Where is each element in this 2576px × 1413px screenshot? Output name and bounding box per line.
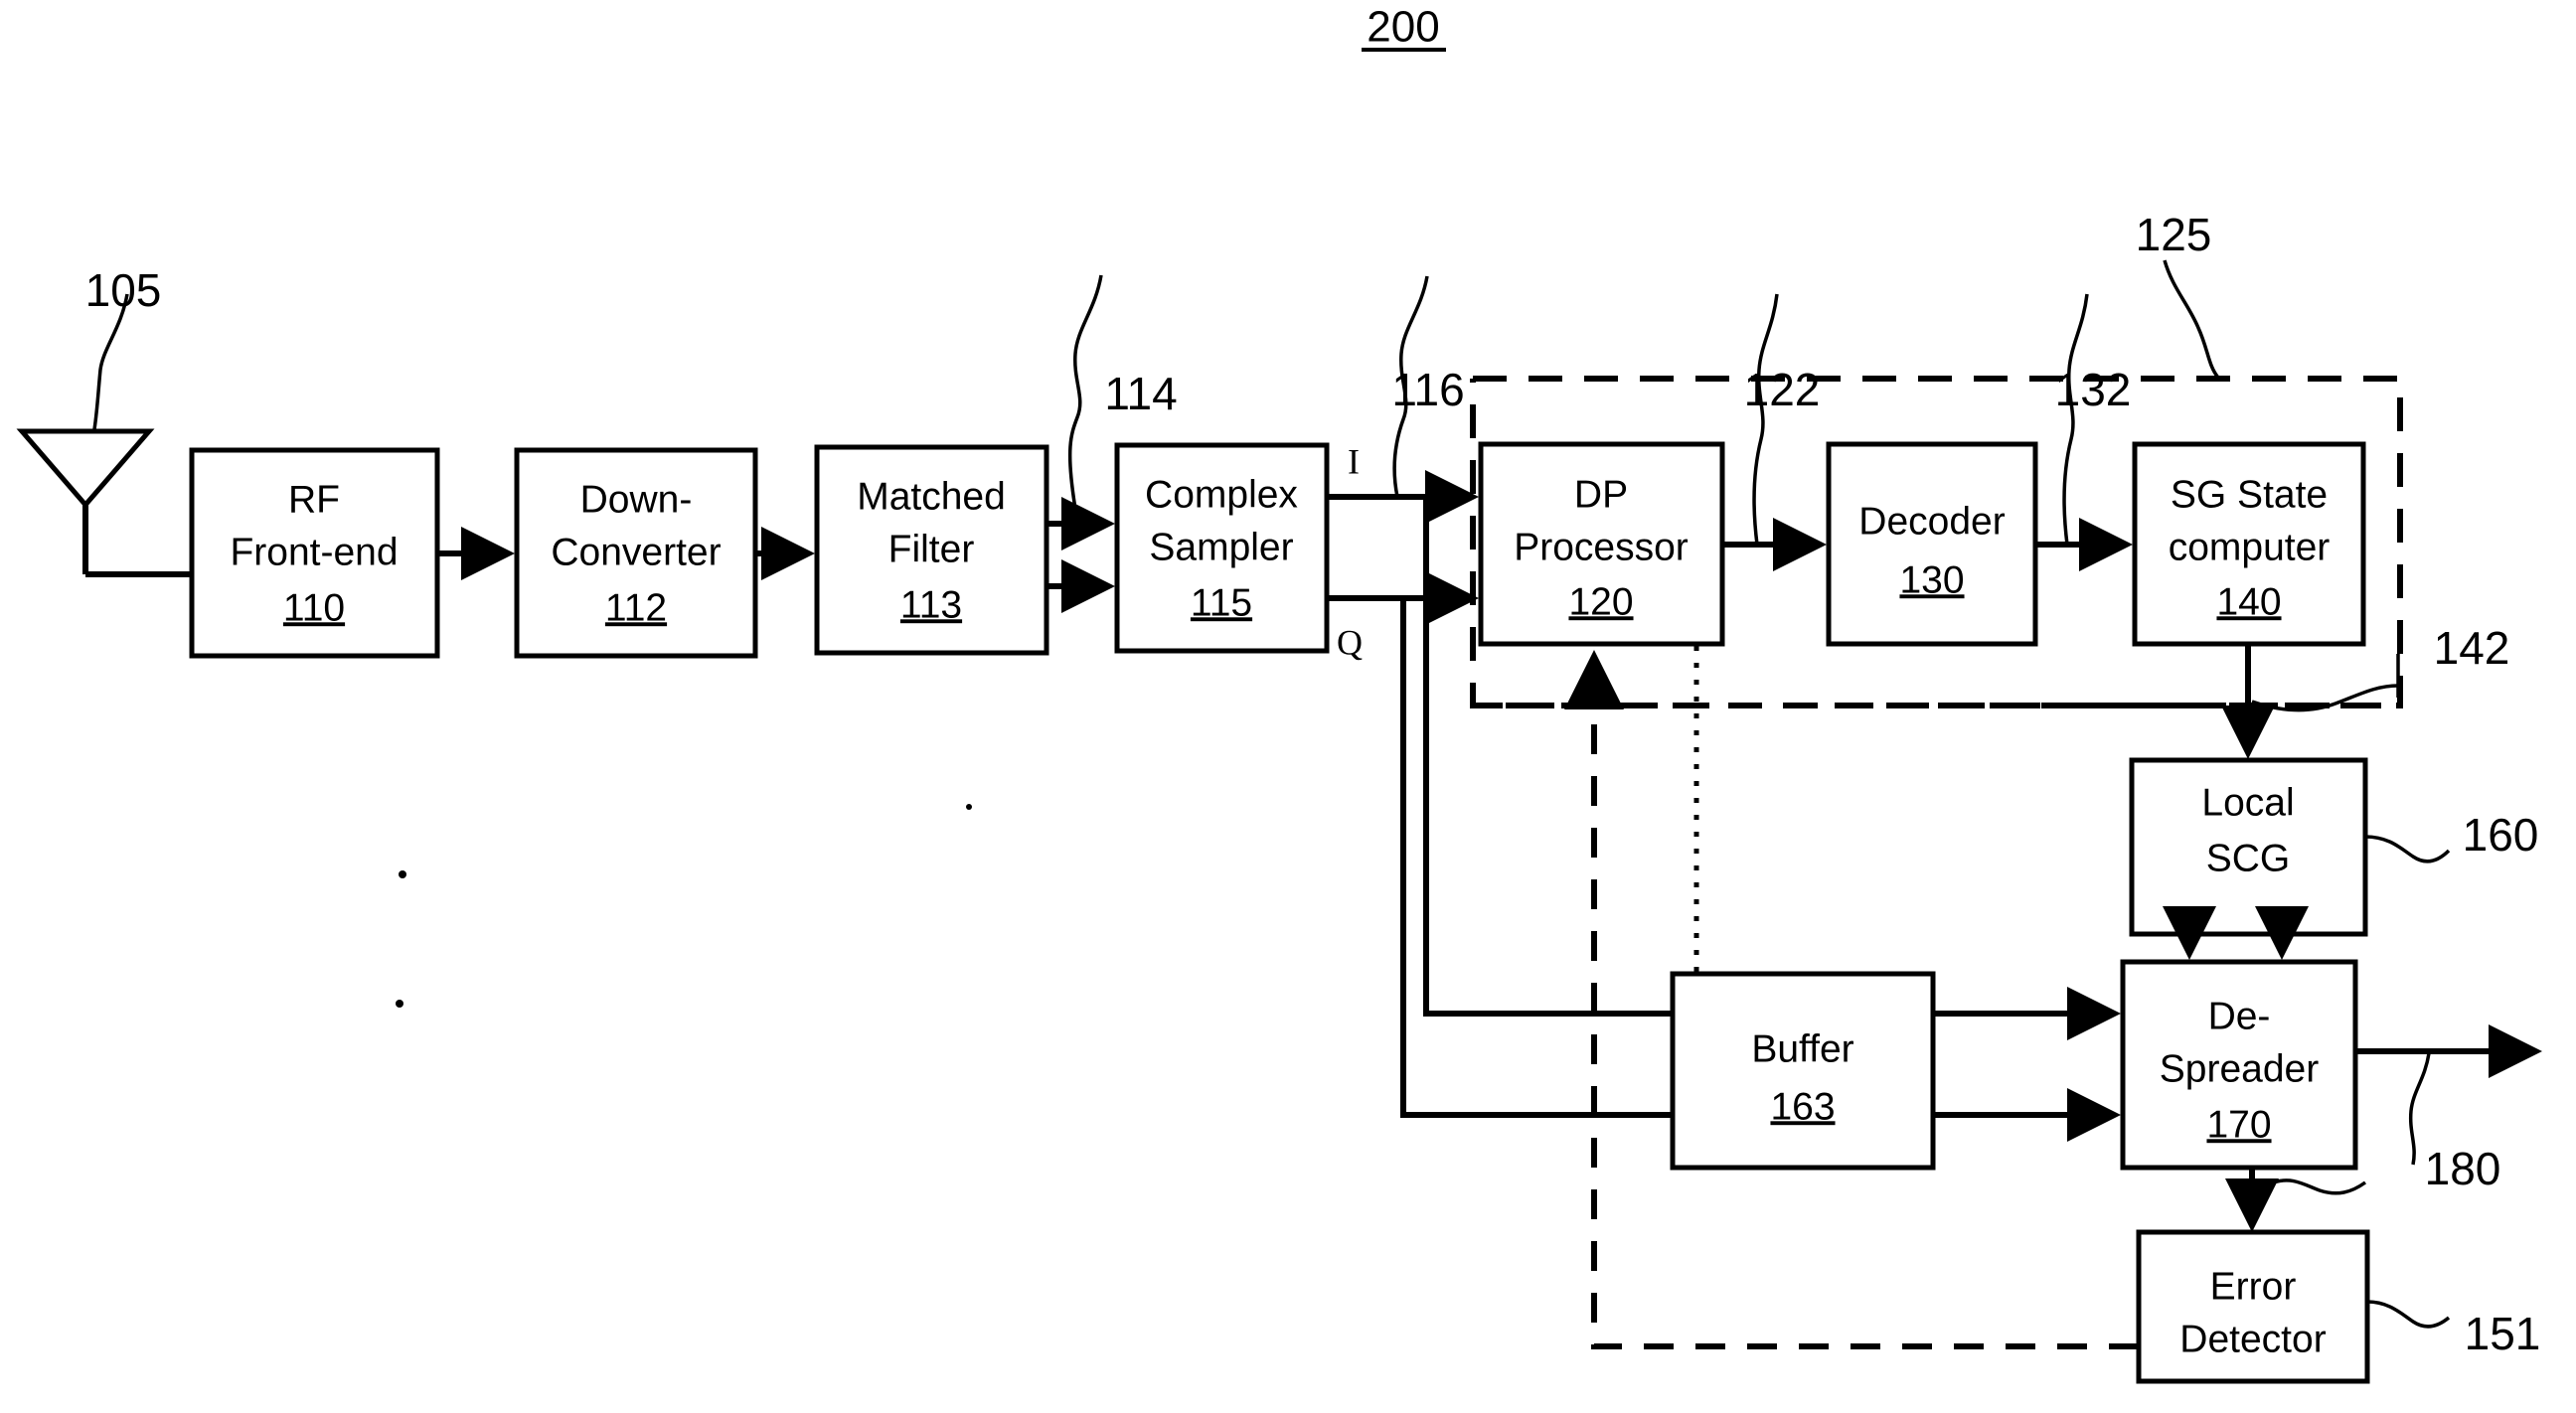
block-label-buffer: Buffer <box>1751 1027 1853 1070</box>
scan-speckle <box>399 870 406 878</box>
block-label-error-detector-line2: Detector <box>2179 1318 2326 1360</box>
block-ref-down-converter: 112 <box>605 586 667 629</box>
figure-title: 200 <box>1367 3 1439 52</box>
callout-151-top-leader <box>2273 1178 2367 1195</box>
block-ref-de-spreader: 170 <box>2206 1103 2271 1146</box>
block-label-rf-front-end-line2: Front-end <box>230 531 398 573</box>
block-label-local-scg-line2: SCG <box>2206 837 2291 879</box>
block-label-rf-front-end-line1: RF <box>288 478 340 521</box>
callout-105: 105 <box>85 264 162 316</box>
block-label-down-converter-line1: Down- <box>580 478 693 521</box>
block-label-de-spreader-line1: De- <box>2208 995 2271 1037</box>
callout-116: 116 <box>1391 364 1464 415</box>
block-label-complex-sampler-line1: Complex <box>1145 473 1298 516</box>
matched-filter-output-callout-leader <box>1067 274 1103 510</box>
block-buffer[interactable] <box>1670 971 1936 1171</box>
figure-canvas: 200 RF Front-end 110 Down- Converter 112… <box>0 0 2576 1413</box>
callout-122-leader <box>1752 293 1779 546</box>
block-ref-complex-sampler: 115 <box>1191 581 1252 624</box>
scan-speckle <box>396 1000 403 1008</box>
block-label-decoder: Decoder <box>1858 500 2005 543</box>
callout-132: 132 <box>2055 364 2132 415</box>
wire-q-branch-to-buffer <box>1400 598 1673 1118</box>
signal-label-q: Q <box>1337 622 1363 662</box>
block-decoder[interactable] <box>1826 441 2038 647</box>
callout-142: 142 <box>2434 622 2510 674</box>
callout-180: 180 <box>2425 1143 2501 1194</box>
callout-151: 151 <box>2465 1308 2541 1359</box>
region-125-callout-leader <box>2163 259 2220 380</box>
block-ref-sg-state-computer: 140 <box>2216 580 2281 623</box>
callout-114: 114 <box>1104 368 1177 419</box>
block-label-de-spreader-line2: Spreader <box>2160 1047 2319 1090</box>
block-ref-decoder: 130 <box>1899 558 1964 601</box>
block-label-sg-state-computer-line1: SG State <box>2171 473 2328 516</box>
callout-122: 122 <box>1744 364 1821 415</box>
signal-label-i: I <box>1348 441 1360 481</box>
block-ref-buffer: 163 <box>1770 1085 1835 1128</box>
block-label-local-scg-line1: Local <box>2201 781 2294 824</box>
block-label-complex-sampler-line2: Sampler <box>1149 526 1293 568</box>
callout-160: 160 <box>2463 809 2539 861</box>
scan-speckle <box>966 804 972 810</box>
antenna-symbol <box>16 428 192 577</box>
callout-125: 125 <box>2136 209 2212 260</box>
block-label-matched-filter-line1: Matched <box>857 475 1006 518</box>
callout-132-leader <box>2062 293 2089 546</box>
block-label-down-converter-line2: Converter <box>551 531 721 573</box>
callout-151-leader <box>2366 1300 2451 1329</box>
block-ref-dp-processor: 120 <box>1568 580 1633 623</box>
block-ref-matched-filter: 113 <box>900 583 962 626</box>
patent-block-diagram: 200 RF Front-end 110 Down- Converter 112… <box>16 3 2542 1384</box>
block-label-dp-processor-line1: DP <box>1574 473 1628 516</box>
block-label-sg-state-computer-line2: computer <box>2169 526 2331 568</box>
block-label-dp-processor-line2: Processor <box>1514 526 1689 568</box>
block-label-matched-filter-line2: Filter <box>888 528 975 570</box>
callout-160-leader <box>2364 835 2451 864</box>
block-label-error-detector-line1: Error <box>2210 1265 2297 1308</box>
block-ref-rf-front-end: 110 <box>283 586 345 629</box>
